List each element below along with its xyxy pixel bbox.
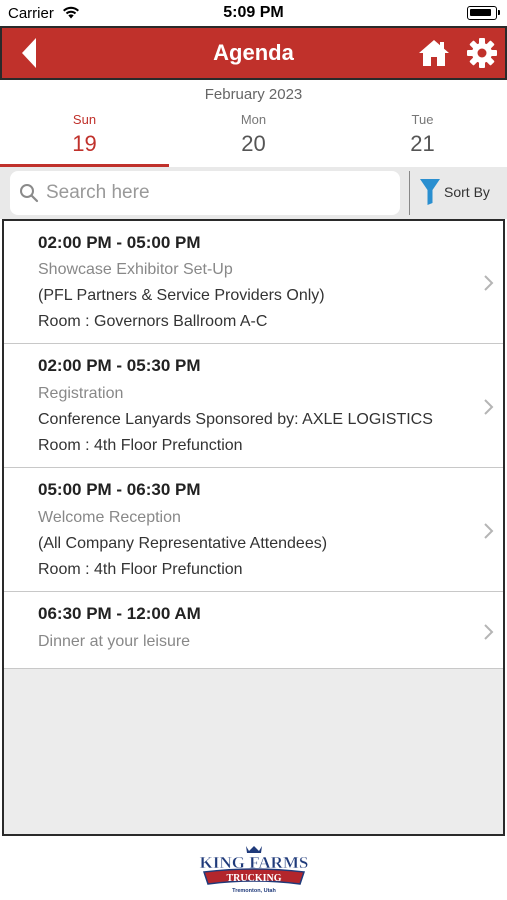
day-tab-date: 19 xyxy=(72,131,97,156)
funnel-icon xyxy=(420,179,440,205)
agenda-time: 05:00 PM - 06:30 PM xyxy=(38,480,201,499)
day-tab-mon-20[interactable]: Mon 20 xyxy=(169,110,338,167)
home-icon[interactable] xyxy=(417,36,451,70)
sort-by-label: Sort By xyxy=(444,184,490,200)
sort-by-button[interactable]: Sort By xyxy=(418,177,503,209)
status-bar: Carrier 5:09 PM xyxy=(0,0,507,26)
chevron-right-icon xyxy=(484,624,494,640)
day-tab-weekday: Sun xyxy=(72,112,97,127)
agenda-room: Room : 4th Floor Prefunction xyxy=(38,437,243,454)
agenda-item[interactable]: 06:30 PM - 12:00 AM Dinner at your leisu… xyxy=(4,592,503,669)
search-box[interactable] xyxy=(10,171,400,215)
agenda-time: 02:00 PM - 05:00 PM xyxy=(38,233,201,252)
day-tab-date: 20 xyxy=(241,131,266,156)
agenda-title: Dinner at your leisure xyxy=(38,633,191,650)
logo-line2: TRUCKING xyxy=(226,873,281,884)
agenda-title: Registration xyxy=(38,385,124,402)
chevron-right-icon xyxy=(484,399,494,415)
gear-icon[interactable] xyxy=(465,36,499,70)
agenda-item[interactable]: 05:00 PM - 06:30 PM Welcome Reception (A… xyxy=(4,468,503,592)
month-label: February 2023 xyxy=(204,86,303,103)
day-tab-weekday: Tue xyxy=(411,112,434,127)
divider xyxy=(409,171,410,215)
agenda-title: Welcome Reception xyxy=(38,509,181,526)
agenda-room: Room : Governors Ballroom A-C xyxy=(38,313,268,330)
search-icon xyxy=(20,184,39,203)
battery-icon xyxy=(467,6,500,20)
agenda-item[interactable]: 02:00 PM - 05:00 PM Showcase Exhibitor S… xyxy=(4,221,503,344)
day-tab-tue-21[interactable]: Tue 21 xyxy=(338,110,507,167)
footer: KING FARMS TRUCKING Tremonton, Utah xyxy=(0,838,507,900)
agenda-item[interactable]: 02:00 PM - 05:30 PM Registration Confere… xyxy=(4,344,503,468)
chevron-right-icon xyxy=(484,523,494,539)
chevron-right-icon xyxy=(484,275,494,291)
search-input[interactable] xyxy=(46,175,391,211)
clock: 5:09 PM xyxy=(223,4,284,21)
king-farms-trucking-logo: KING FARMS TRUCKING Tremonton, Utah xyxy=(199,846,309,894)
day-tab-weekday: Mon xyxy=(240,112,267,127)
logo-line3: Tremonton, Utah xyxy=(232,888,276,894)
agenda-title: Showcase Exhibitor Set-Up xyxy=(38,261,233,278)
app-header: Agenda xyxy=(0,26,507,80)
agenda-time: 02:00 PM - 05:30 PM xyxy=(38,356,201,375)
agenda-room: Room : 4th Floor Prefunction xyxy=(38,561,243,578)
day-tab-sun-19[interactable]: Sun 19 xyxy=(0,110,169,167)
agenda-time: 06:30 PM - 12:00 AM xyxy=(38,604,201,623)
agenda-list: 02:00 PM - 05:00 PM Showcase Exhibitor S… xyxy=(2,219,505,836)
day-tab-date: 21 xyxy=(410,131,435,156)
agenda-description: (All Company Representative Attendees) xyxy=(38,535,328,552)
search-bar: Sort By xyxy=(0,167,507,219)
agenda-description: (PFL Partners & Service Providers Only) xyxy=(38,287,325,304)
agenda-description: Conference Lanyards Sponsored by: AXLE L… xyxy=(38,411,433,428)
